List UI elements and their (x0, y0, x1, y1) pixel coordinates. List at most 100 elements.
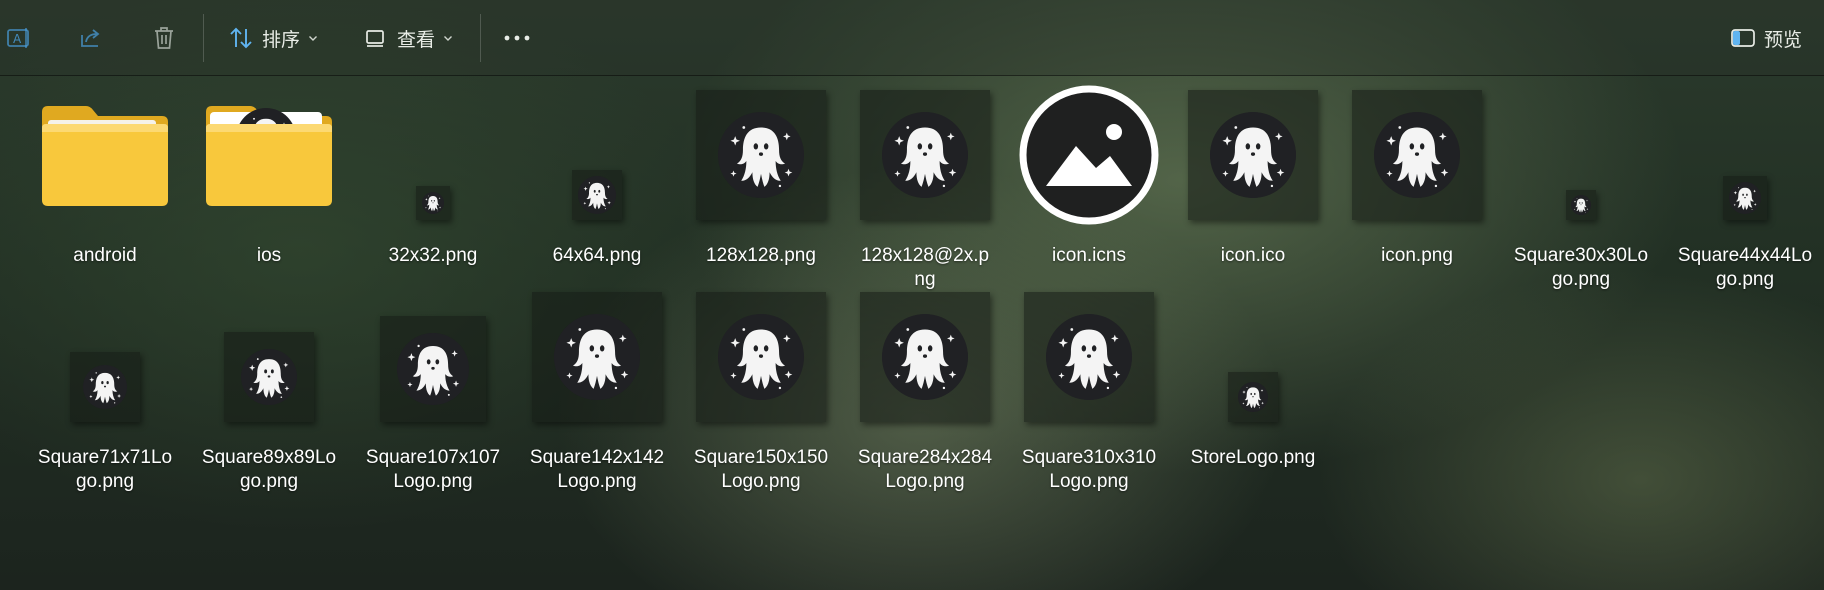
ghost-logo-icon (882, 112, 968, 198)
file-name-line: Square284x284 (857, 447, 993, 468)
file-thumbnail (1011, 290, 1167, 440)
image-thumbnail (696, 90, 826, 220)
file-name-label: Square150x150 Logo.png (683, 446, 839, 494)
file-name-line: Logo.png (393, 471, 473, 492)
file-item[interactable]: icon.icns (1011, 85, 1167, 268)
file-thumbnail (27, 88, 183, 238)
ghost-logo-icon (241, 349, 297, 405)
file-thumbnail (27, 290, 183, 440)
share-icon (78, 25, 104, 51)
file-item[interactable]: StoreLogo.png (1175, 290, 1331, 470)
image-thumbnail (70, 352, 140, 422)
file-name-label: icon.ico (1175, 244, 1331, 268)
file-name-label: 128x128@2x.p ng (847, 244, 1003, 292)
file-thumbnail (683, 290, 839, 440)
sort-label: 排序 (262, 29, 301, 51)
file-item[interactable]: android (27, 88, 183, 268)
svg-text:A: A (13, 32, 22, 46)
ghost-logo-icon (1238, 382, 1268, 412)
file-name-label: StoreLogo.png (1175, 446, 1331, 470)
file-thumbnail (1667, 88, 1823, 238)
file-item[interactable]: Square150x150 Logo.png (683, 290, 839, 494)
ghost-logo-icon (1571, 195, 1591, 215)
file-name-label: Square71x71Lo go.png (27, 446, 183, 494)
file-thumbnail (1175, 88, 1331, 238)
command-bar: A 排序 查看 预览 (0, 0, 1824, 76)
preview-label: 预览 (1764, 29, 1803, 51)
file-thumbnail (1011, 85, 1167, 238)
file-item[interactable]: Square310x310 Logo.png (1011, 290, 1167, 494)
file-item[interactable]: Square142x142 Logo.png (519, 290, 675, 494)
file-item[interactable]: Square284x284 Logo.png (847, 290, 1003, 494)
chevron-down-icon (443, 33, 453, 43)
file-name-label: icon.png (1339, 244, 1495, 268)
rename-button[interactable]: A (6, 19, 32, 57)
file-name-label: icon.icns (1011, 244, 1167, 268)
file-name-line: ios (256, 245, 282, 266)
file-item[interactable]: Square71x71Lo go.png (27, 290, 183, 494)
file-thumbnail (355, 88, 511, 238)
file-name-line: Square89x89Lo (201, 447, 337, 468)
file-name-line: go.png (239, 471, 299, 492)
ghost-logo-icon (554, 314, 640, 400)
ghost-logo-icon (1046, 314, 1132, 400)
file-name-line: 32x32.png (388, 245, 478, 266)
trash-icon (151, 25, 177, 51)
image-thumbnail (860, 90, 990, 220)
image-thumbnail (416, 186, 450, 220)
file-item[interactable]: icon.png (1339, 88, 1495, 268)
file-name-line: icon.ico (1220, 245, 1286, 266)
file-item[interactable]: ios (191, 88, 347, 268)
file-name-line: Square44x44Lo (1677, 245, 1813, 266)
more-options-button[interactable] (502, 19, 532, 57)
file-item[interactable]: Square107x107 Logo.png (355, 290, 511, 494)
file-name-line: Square30x30Lo (1513, 245, 1649, 266)
ghost-logo-icon (422, 192, 444, 214)
view-button[interactable]: 查看 (363, 19, 453, 57)
file-item[interactable]: 128x128.png (683, 88, 839, 268)
file-item[interactable]: 64x64.png (519, 88, 675, 268)
file-name-line: Logo.png (721, 471, 801, 492)
file-name-label: Square30x30Lo go.png (1503, 244, 1659, 292)
file-name-label: Square284x284 Logo.png (847, 446, 1003, 494)
file-thumbnail (191, 88, 347, 238)
file-name-line: Logo.png (1049, 471, 1129, 492)
file-name-line: 128x128.png (706, 245, 816, 266)
file-item[interactable]: 128x128@2x.p ng (847, 88, 1003, 292)
file-name-line: Square71x71Lo (37, 447, 173, 468)
sort-button[interactable]: 排序 (228, 19, 318, 57)
file-name-line: go.png (1551, 269, 1611, 290)
file-name-line: Logo.png (557, 471, 637, 492)
file-item[interactable]: Square30x30Lo go.png (1503, 88, 1659, 292)
preview-pane-button[interactable]: 预览 (1730, 19, 1802, 57)
rename-icon: A (6, 25, 32, 51)
ghost-logo-icon (718, 314, 804, 400)
image-thumbnail (1228, 372, 1278, 422)
ghost-logo-icon (1729, 182, 1761, 214)
folder-icon (204, 102, 334, 213)
delete-button[interactable] (151, 19, 177, 57)
file-thumbnail (847, 88, 1003, 238)
folder-icon (40, 102, 170, 213)
file-name-label: Square310x310 Logo.png (1011, 446, 1167, 494)
file-name-line: Square150x150 (693, 447, 829, 468)
file-name-label: 64x64.png (519, 244, 675, 268)
file-item[interactable]: Square89x89Lo go.png (191, 290, 347, 494)
image-thumbnail (696, 292, 826, 422)
file-item[interactable]: icon.ico (1175, 88, 1331, 268)
file-thumbnail (847, 290, 1003, 440)
file-item[interactable]: Square44x44Lo go.png (1667, 88, 1823, 292)
file-name-line: go.png (75, 471, 135, 492)
file-name-line: Logo.png (885, 471, 965, 492)
ghost-logo-icon (1210, 112, 1296, 198)
file-thumbnail (191, 290, 347, 440)
file-name-label: Square44x44Lo go.png (1667, 244, 1823, 292)
file-name-line: Square310x310 (1021, 447, 1157, 468)
file-thumbnail (1339, 88, 1495, 238)
file-item[interactable]: 32x32.png (355, 88, 511, 268)
image-thumbnail (532, 292, 662, 422)
share-button[interactable] (78, 19, 104, 57)
file-name-line: go.png (1715, 269, 1775, 290)
toolbar-divider (203, 14, 204, 62)
image-thumbnail (380, 316, 486, 422)
